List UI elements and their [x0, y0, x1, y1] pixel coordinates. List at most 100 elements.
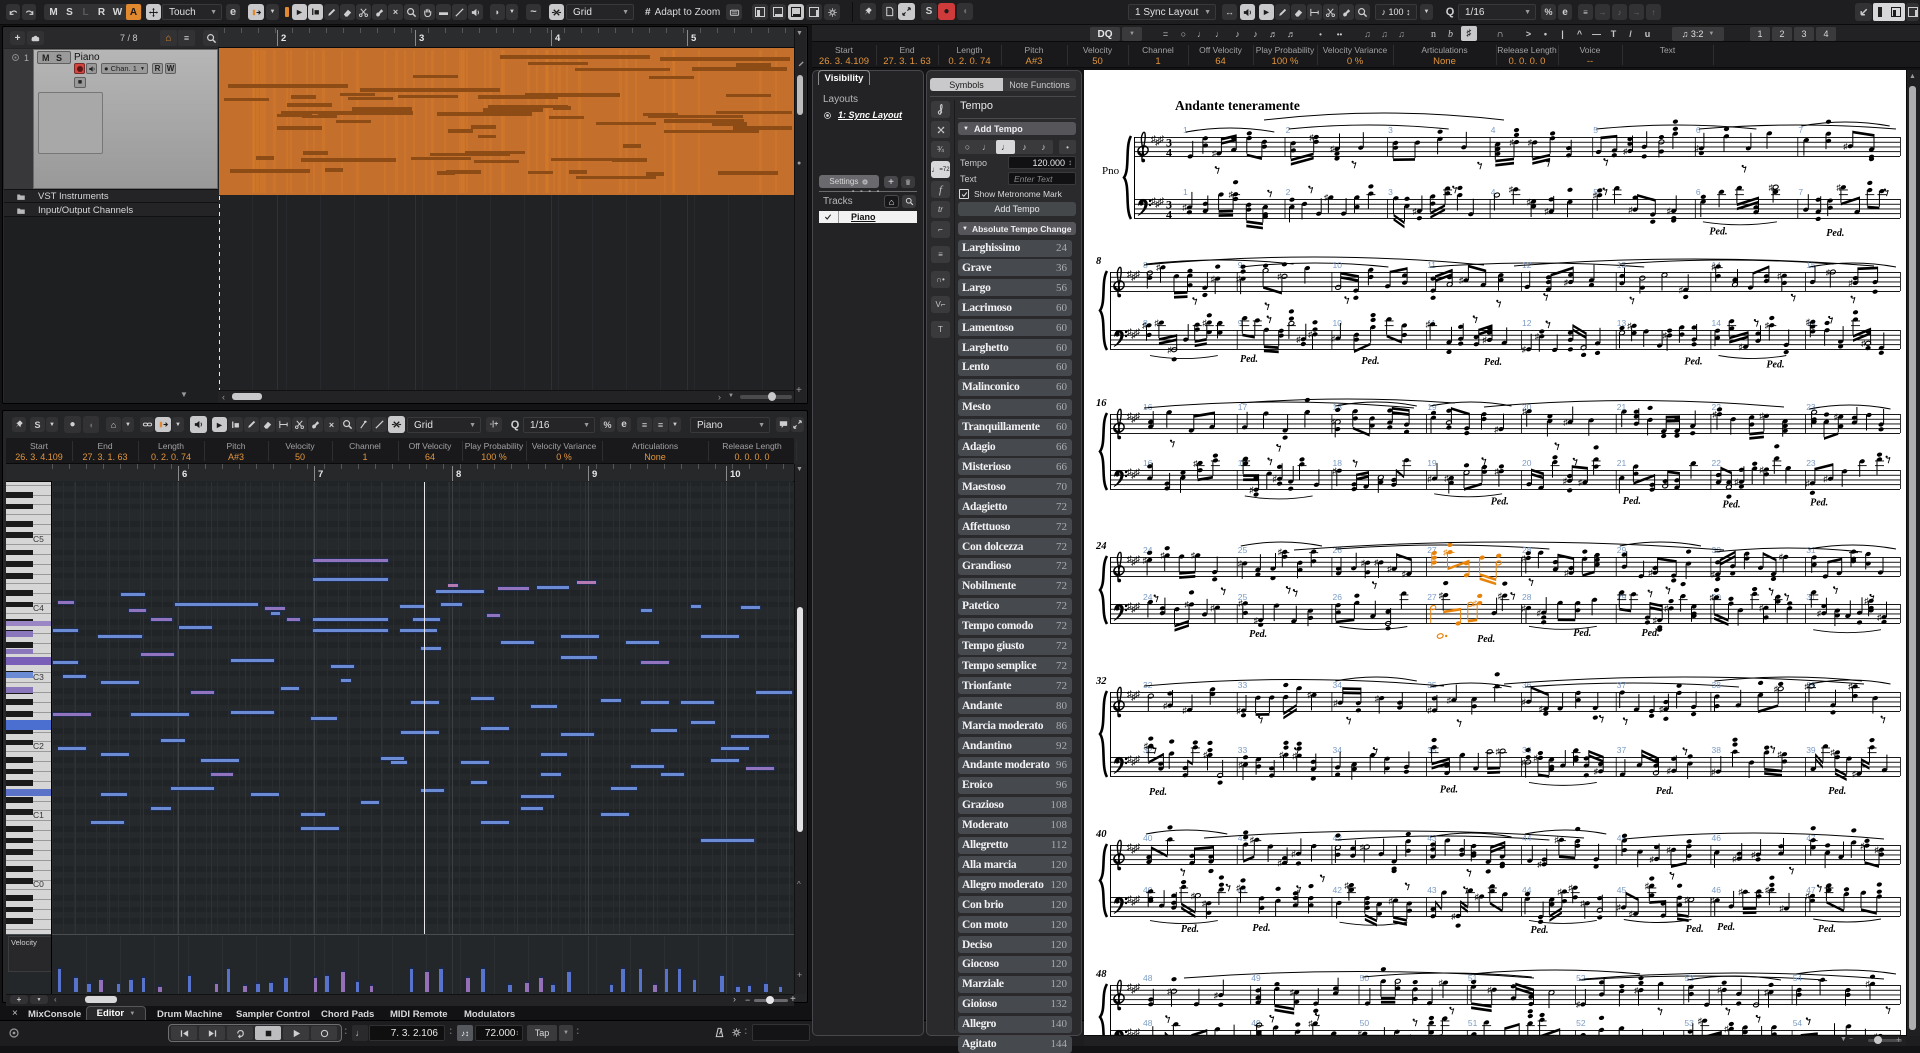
svg-text:♯: ♯ [1852, 769, 1857, 779]
svg-text:52: 52 [1576, 973, 1586, 983]
svg-text:♯: ♯ [1402, 569, 1407, 579]
svg-text:♯: ♯ [1135, 843, 1140, 853]
svg-text:♯: ♯ [1739, 342, 1744, 352]
svg-text:1: 1 [1183, 187, 1188, 197]
svg-text:♯: ♯ [1843, 141, 1848, 151]
svg-text:Pno: Pno [1102, 165, 1120, 177]
svg-text:♯: ♯ [1563, 417, 1568, 427]
svg-text:Ped.: Ped. [1826, 228, 1844, 239]
svg-text:50: 50 [1360, 1018, 1370, 1028]
svg-text:♯: ♯ [1539, 704, 1544, 714]
svg-text:40: 40 [1143, 833, 1153, 843]
svg-text:Andante teneramente: Andante teneramente [1175, 98, 1300, 113]
svg-text:6: 6 [1696, 187, 1701, 197]
svg-text:♯: ♯ [1278, 858, 1283, 868]
svg-text:♯: ♯ [1249, 485, 1254, 495]
svg-text:2: 2 [1286, 125, 1291, 135]
svg-text:14: 14 [1712, 318, 1722, 328]
svg-text:24: 24 [1095, 541, 1107, 552]
svg-text:♯: ♯ [1214, 990, 1219, 1000]
svg-text:38: 38 [1712, 745, 1722, 755]
svg-text:19: 19 [1427, 458, 1437, 468]
svg-text:34: 34 [1333, 680, 1343, 690]
svg-text:4: 4 [1491, 187, 1496, 197]
svg-text:Ped.: Ped. [1623, 496, 1641, 507]
svg-text:Ped.: Ped. [1818, 924, 1836, 935]
svg-text:♯: ♯ [1694, 143, 1699, 153]
svg-text:♯: ♯ [1648, 568, 1653, 578]
svg-text:5: 5 [1593, 125, 1598, 135]
svg-text:Ped.: Ped. [1828, 786, 1846, 797]
svg-text:Ped.: Ped. [1573, 628, 1591, 639]
svg-text:Ped.: Ped. [1531, 925, 1549, 936]
svg-text:21: 21 [1617, 458, 1627, 468]
svg-text:22: 22 [1712, 458, 1722, 468]
svg-text:45: 45 [1617, 885, 1627, 895]
svg-text:3: 3 [1388, 187, 1393, 197]
svg-text:♯: ♯ [1861, 338, 1866, 348]
svg-text:♯: ♯ [1447, 695, 1452, 705]
svg-text:31: 31 [1806, 545, 1816, 555]
svg-text:Ped.: Ped. [1642, 628, 1660, 639]
svg-text:♯: ♯ [1564, 277, 1569, 287]
svg-text:4: 4 [1166, 146, 1172, 160]
svg-text:♯: ♯ [1412, 206, 1417, 216]
svg-text:6: 6 [1696, 125, 1701, 135]
svg-text:♯: ♯ [1653, 615, 1658, 625]
svg-text:23: 23 [1806, 458, 1816, 468]
svg-text:♯: ♯ [1135, 755, 1140, 765]
svg-text:36: 36 [1522, 680, 1532, 690]
svg-text:20: 20 [1522, 458, 1532, 468]
svg-text:♯: ♯ [1578, 477, 1583, 487]
svg-text:♯: ♯ [1296, 334, 1301, 344]
svg-text:♯: ♯ [1650, 854, 1655, 864]
svg-text:3: 3 [1388, 125, 1393, 135]
svg-text:♯: ♯ [1135, 468, 1140, 478]
svg-text:34: 34 [1333, 745, 1343, 755]
svg-text:♯: ♯ [1254, 615, 1259, 625]
svg-text:♯: ♯ [1135, 555, 1140, 565]
svg-text:43: 43 [1427, 885, 1437, 895]
svg-text:♯: ♯ [1711, 569, 1716, 579]
svg-text:Ped.: Ped. [1477, 634, 1495, 645]
svg-text:27: 27 [1427, 592, 1437, 602]
svg-text:13: 13 [1617, 260, 1627, 270]
svg-text:Ped.: Ped. [1181, 924, 1199, 935]
svg-text:♯: ♯ [1629, 909, 1634, 919]
svg-text:Ped.: Ped. [1684, 357, 1702, 368]
svg-text:♯: ♯ [1135, 690, 1140, 700]
svg-text:♯: ♯ [1817, 608, 1822, 618]
svg-text:Ped.: Ped. [1240, 354, 1258, 365]
svg-text:♯: ♯ [1159, 197, 1164, 207]
svg-text:53: 53 [1684, 973, 1694, 983]
svg-text:♯: ♯ [1537, 607, 1542, 617]
svg-text:48: 48 [1095, 969, 1107, 980]
svg-text:♯: ♯ [1387, 564, 1392, 574]
svg-text:2: 2 [1286, 187, 1291, 197]
svg-text:Ped.: Ped. [1249, 629, 1267, 640]
svg-text:7: 7 [1798, 125, 1803, 135]
svg-text:♯: ♯ [1212, 148, 1217, 158]
svg-text:17: 17 [1238, 402, 1248, 412]
svg-text:12: 12 [1522, 318, 1532, 328]
svg-text:♯: ♯ [1331, 333, 1336, 343]
svg-text:♯: ♯ [1563, 476, 1568, 486]
svg-text:♯: ♯ [1544, 206, 1549, 216]
svg-text:Ped.: Ped. [1491, 497, 1509, 508]
svg-text:Ped.: Ped. [1149, 787, 1167, 798]
svg-text:46: 46 [1712, 833, 1722, 843]
svg-text:♯: ♯ [1537, 859, 1542, 869]
svg-text:40: 40 [1095, 829, 1107, 840]
svg-text:♯: ♯ [1135, 602, 1140, 612]
svg-text:♯: ♯ [1848, 278, 1853, 288]
svg-text:37: 37 [1617, 745, 1627, 755]
svg-text:46: 46 [1712, 885, 1722, 895]
svg-text:16: 16 [1096, 398, 1107, 409]
svg-text:38: 38 [1712, 680, 1722, 690]
svg-text:8: 8 [1096, 256, 1102, 267]
svg-text:♯: ♯ [1273, 474, 1278, 484]
svg-text:26: 26 [1333, 592, 1343, 602]
svg-text:Ped.: Ped. [1723, 500, 1741, 511]
svg-text:25: 25 [1238, 545, 1248, 555]
svg-text:7: 7 [1798, 187, 1803, 197]
